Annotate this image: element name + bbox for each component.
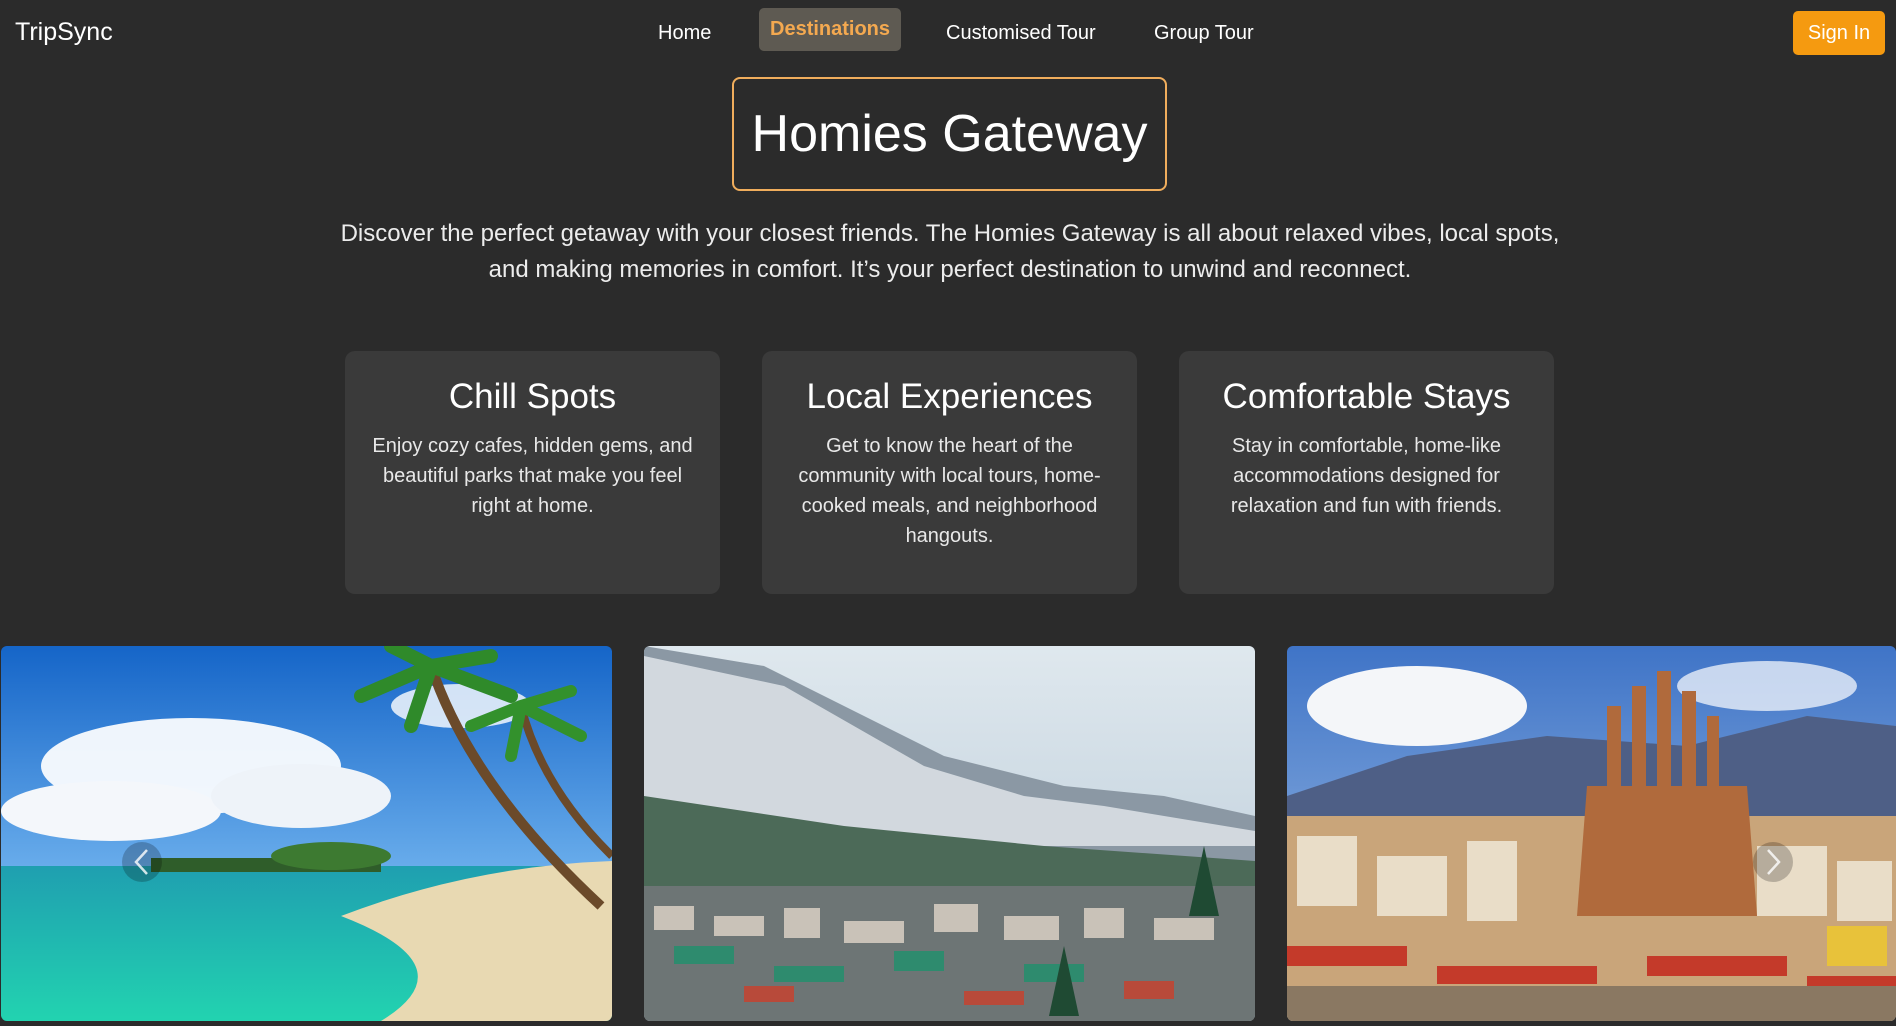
gallery-image-mountain-town[interactable] xyxy=(644,646,1255,1021)
feature-title: Chill Spots xyxy=(448,377,617,416)
carousel-prev-button[interactable] xyxy=(122,842,162,882)
feature-title: Comfortable Stays xyxy=(1222,377,1511,416)
nav-customised-tour[interactable]: Customised Tour xyxy=(946,22,1096,45)
gallery-image-city[interactable] xyxy=(1287,646,1896,1021)
chevron-left-icon xyxy=(134,849,148,875)
city-cathedral-image xyxy=(1287,646,1896,1021)
feature-card-local-experiences: Local Experiences Get to know the heart … xyxy=(762,351,1137,594)
feature-text: Enjoy cozy cafes, hidden gems, and beaut… xyxy=(372,435,693,517)
mountain-town-image xyxy=(644,646,1255,1021)
carousel-next-button[interactable] xyxy=(1753,842,1793,882)
hero-description: Discover the perfect getaway with your c… xyxy=(340,220,1560,283)
brand-logo[interactable]: TripSync xyxy=(15,18,113,47)
gallery-image-beach[interactable] xyxy=(1,646,612,1021)
nav-destinations[interactable]: Destinations xyxy=(759,8,902,51)
nav-group-tour[interactable]: Group Tour xyxy=(1154,22,1254,45)
sign-in-button[interactable]: Sign In xyxy=(1793,11,1885,55)
feature-card-comfortable-stays: Comfortable Stays Stay in comfortable, h… xyxy=(1179,351,1554,594)
nav-home[interactable]: Home xyxy=(658,22,711,45)
page-title: Homies Gateway xyxy=(751,105,1148,163)
feature-text: Get to know the heart of the community w… xyxy=(798,435,1101,547)
chevron-right-icon xyxy=(1767,849,1781,875)
feature-text: Stay in comfortable, home-like accommoda… xyxy=(1230,435,1503,517)
top-navbar: TripSync Home Destinations Customised To… xyxy=(0,0,1896,66)
beach-image xyxy=(1,646,612,1021)
feature-title: Local Experiences xyxy=(806,377,1093,416)
feature-card-chill-spots: Chill Spots Enjoy cozy cafes, hidden gem… xyxy=(345,351,720,594)
hero-title-box: Homies Gateway xyxy=(732,77,1167,191)
